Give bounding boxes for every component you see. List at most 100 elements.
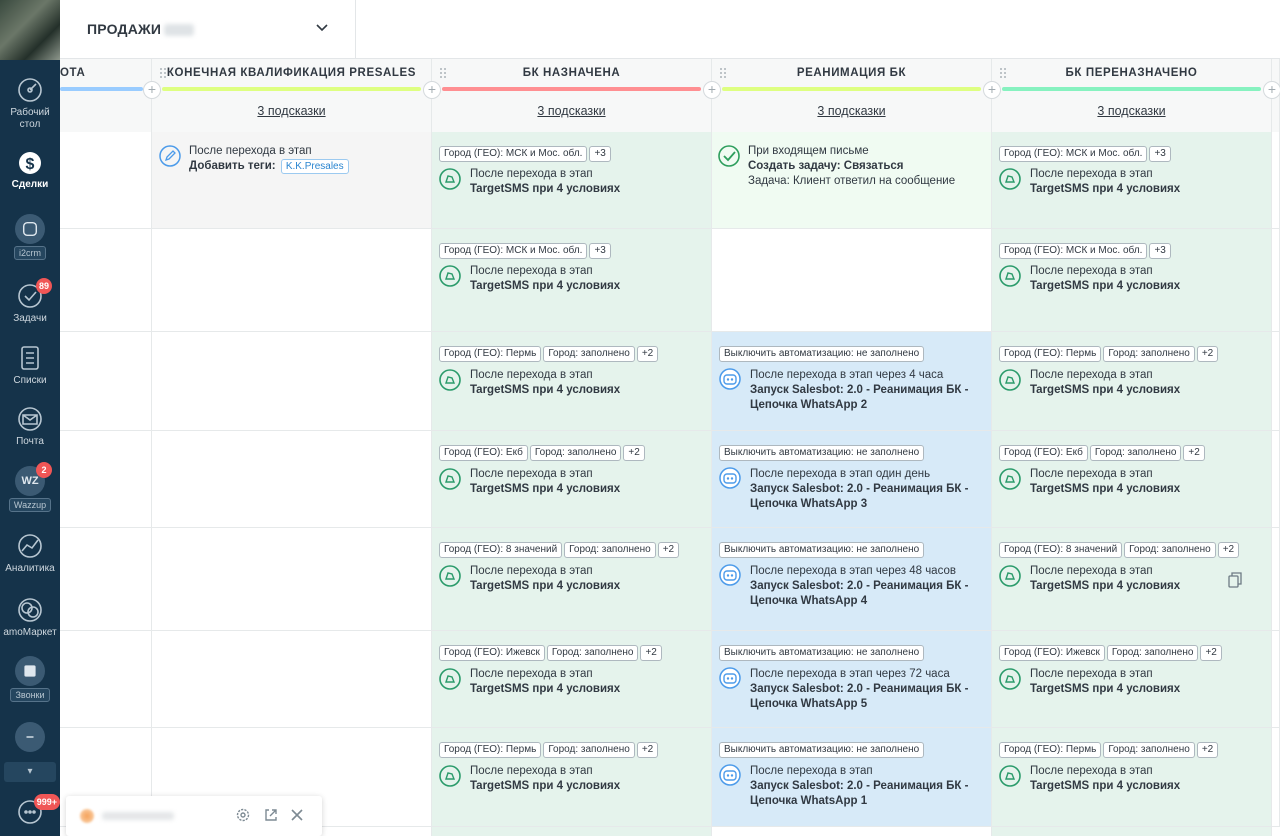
condition-tag: Выключить автоматизацию: не заполнено [719, 742, 925, 758]
condition-tags: Город (ГЕО): МСК и Мос. обл. +3 [439, 143, 613, 162]
add-stage-button[interactable]: + [1263, 81, 1280, 99]
trigger-cell[interactable] [152, 528, 432, 631]
trigger-cell[interactable] [60, 431, 152, 528]
condition-tag: Город: заполнено [1103, 346, 1195, 362]
close-icon[interactable] [289, 807, 305, 823]
trigger-cell[interactable]: Город (ГЕО): МСК и Мос. обл. +3 После пер… [992, 229, 1272, 332]
external-link-icon[interactable] [263, 807, 279, 823]
trigger-cell[interactable] [152, 431, 432, 528]
trigger-cell[interactable]: Город (ГЕО): 8 значений Город: заполнено +… [992, 528, 1272, 631]
trigger-cell[interactable]: Город (ГЕО): МСК и Мос. обл. +3 После пер… [432, 229, 712, 332]
user-avatar[interactable] [0, 0, 60, 60]
sidebar-item-calls[interactable]: Звонки [0, 656, 60, 702]
sidebar-item-analytics[interactable]: Аналитика [0, 532, 60, 574]
add-stage-button[interactable]: + [423, 81, 441, 99]
hints-link[interactable]: 3 подсказки [992, 104, 1271, 118]
trigger-cell[interactable]: Город (ГЕО): Пермь Город: заполнено +2 Пос… [992, 728, 1272, 827]
sidebar-item-tasks[interactable]: 89 Задачи [0, 278, 60, 324]
trigger-text: После перехода в этап TargetSMS при 4 усл… [1030, 368, 1180, 398]
column-color-line [60, 87, 143, 91]
top-bar: ПРОДАЖИ [60, 0, 1280, 59]
trigger-cell[interactable]: Выключить автоматизацию: не заполнено По… [712, 528, 992, 631]
trigger-cell[interactable] [152, 631, 432, 728]
trigger-cell[interactable]: Город (ГЕО): Пермь Город: заполнено +2 Пос… [432, 728, 712, 827]
trigger-cell[interactable]: Город (ГЕО): Пермь Город: заполнено +2 Пос… [432, 332, 712, 431]
trigger-cell[interactable] [60, 631, 152, 728]
tasks-badge: 89 [35, 278, 52, 294]
floating-call-widget[interactable] [66, 796, 322, 836]
hints-link[interactable]: 3 подсказки [152, 104, 431, 118]
condition-tags: Город (ГЕО): Ижевск Город: заполнено +2 [439, 642, 664, 661]
trigger-cell [1272, 431, 1280, 528]
trigger-cell[interactable]: Город (ГЕО): Ижевск Город: заполнено +2 По… [432, 631, 712, 728]
hints-link[interactable]: 3 подсказки [712, 104, 991, 118]
trigger-cell[interactable] [60, 332, 152, 431]
trigger-action: TargetSMS при 4 условиях [1030, 580, 1181, 592]
sms-widget-icon [999, 668, 1021, 690]
trigger-cell[interactable]: Город (ГЕО): Пермь Город: заполнено +2 Пос… [992, 332, 1272, 431]
trigger-cell[interactable]: Выключить автоматизацию: не заполнено По… [712, 431, 992, 528]
sidebar-item-deals[interactable]: $ Сделки [0, 148, 60, 190]
lists-icon [16, 344, 44, 372]
trigger-cell[interactable]: После перехода в этап Добавить теги: K.K… [152, 132, 432, 229]
trigger-action: TargetSMS при 4 условиях [1030, 384, 1181, 396]
trigger-cell[interactable] [152, 229, 432, 332]
chat-badge: 999+ [33, 794, 60, 810]
sidebar-item-market[interactable]: amoМаркет [0, 596, 60, 638]
sidebar-item-chat[interactable]: 999+ [0, 794, 60, 829]
trigger-cell[interactable]: Город (ГЕО): Екб Город: заполнено +2 После… [992, 431, 1272, 528]
trigger-cell[interactable]: Город (ГЕО): 8 значений Город: заполнено +… [432, 528, 712, 631]
trigger-text: После перехода в этап Добавить теги: K.K… [189, 144, 349, 174]
trigger-cell[interactable]: Город (ГЕО): МСК и Мос. обл. +3 После пер… [992, 132, 1272, 229]
sidebar-item-wazzup[interactable]: WZ 2 Wazzup [0, 462, 60, 512]
copy-icon[interactable] [1228, 572, 1242, 588]
column-name: БК ПЕРЕНАЗНАЧЕНО [1065, 67, 1198, 79]
condition-tag: +2 [657, 542, 680, 558]
trigger-cell[interactable]: Выключить автоматизацию: не заполнено По… [712, 728, 992, 827]
add-stage-button[interactable]: + [703, 81, 721, 99]
trigger-action: TargetSMS при 4 условиях [470, 183, 621, 195]
condition-tag: Город (ГЕО): МСК и Мос. обл. [439, 146, 588, 162]
hints-link[interactable]: 3 подсказки [432, 104, 711, 118]
pipeline-selector[interactable]: ПРОДАЖИ [60, 0, 356, 59]
trigger-cell[interactable]: Город (ГЕО): Ижевск Город: заполнено +2 По… [992, 631, 1272, 728]
trigger-cell[interactable] [60, 229, 152, 332]
add-stage-button[interactable]: + [983, 81, 1001, 99]
trigger-cell[interactable] [712, 229, 992, 332]
trigger-action: TargetSMS при 4 условиях [470, 483, 621, 495]
market-icon [16, 596, 44, 624]
trigger-cell[interactable]: Город (ГЕО): МСК и Мос. обл. +3 После пер… [432, 132, 712, 229]
sms-widget-icon [439, 265, 461, 287]
trigger-text: После перехода в этап TargetSMS при 4 усл… [470, 667, 620, 697]
sidebar-item-mail[interactable]: Почта [0, 405, 60, 447]
trigger-condition: После перехода в этап [750, 765, 873, 777]
trigger-cell[interactable]: При входящем письме Создать задачу: Связ… [712, 132, 992, 229]
trigger-action: TargetSMS при 4 условиях [470, 580, 621, 592]
calls-icon [15, 656, 45, 686]
left-sidebar: Рабочий стол $ Сделки i2crm 89 Задачи Сп… [0, 0, 60, 836]
condition-tag: +2 [623, 445, 645, 461]
add-stage-button[interactable]: + [143, 81, 161, 99]
trigger-action: TargetSMS при 4 условиях [1030, 183, 1181, 195]
condition-tag: Город (ГЕО): МСК и Мос. обл. [999, 146, 1148, 162]
trigger-cell[interactable]: Выключить автоматизацию: не заполнено По… [712, 631, 992, 728]
chevron-down-icon[interactable]: ▾ [4, 762, 56, 782]
condition-tag: Город (ГЕО): Екб [439, 445, 528, 461]
sidebar-item-more[interactable]: ▾ [0, 722, 60, 782]
trigger-cell[interactable]: Выключить автоматизацию: не заполнено По… [712, 332, 992, 431]
chevron-down-icon[interactable] [315, 21, 329, 35]
trigger-action: TargetSMS при 4 условиях [1030, 780, 1181, 792]
sidebar-item-dashboard[interactable]: Рабочий стол [0, 76, 60, 131]
trigger-cell [432, 827, 712, 836]
trigger-cell[interactable] [60, 528, 152, 631]
sidebar-item-label: Рабочий стол [10, 107, 50, 130]
sidebar-item-lists[interactable]: Списки [0, 344, 60, 386]
condition-tags: Выключить автоматизацию: не заполнено [719, 539, 926, 558]
column-header: РЕАНИМАЦИЯ БК 3 подсказки [712, 59, 992, 132]
gear-icon[interactable] [235, 807, 251, 823]
trigger-cell[interactable] [152, 332, 432, 431]
sidebar-item-i2crm[interactable]: i2crm [0, 214, 60, 260]
column-color-line [442, 87, 701, 91]
trigger-cell[interactable]: Город (ГЕО): Екб Город: заполнено +2 После… [432, 431, 712, 528]
trigger-cell[interactable] [60, 132, 152, 229]
